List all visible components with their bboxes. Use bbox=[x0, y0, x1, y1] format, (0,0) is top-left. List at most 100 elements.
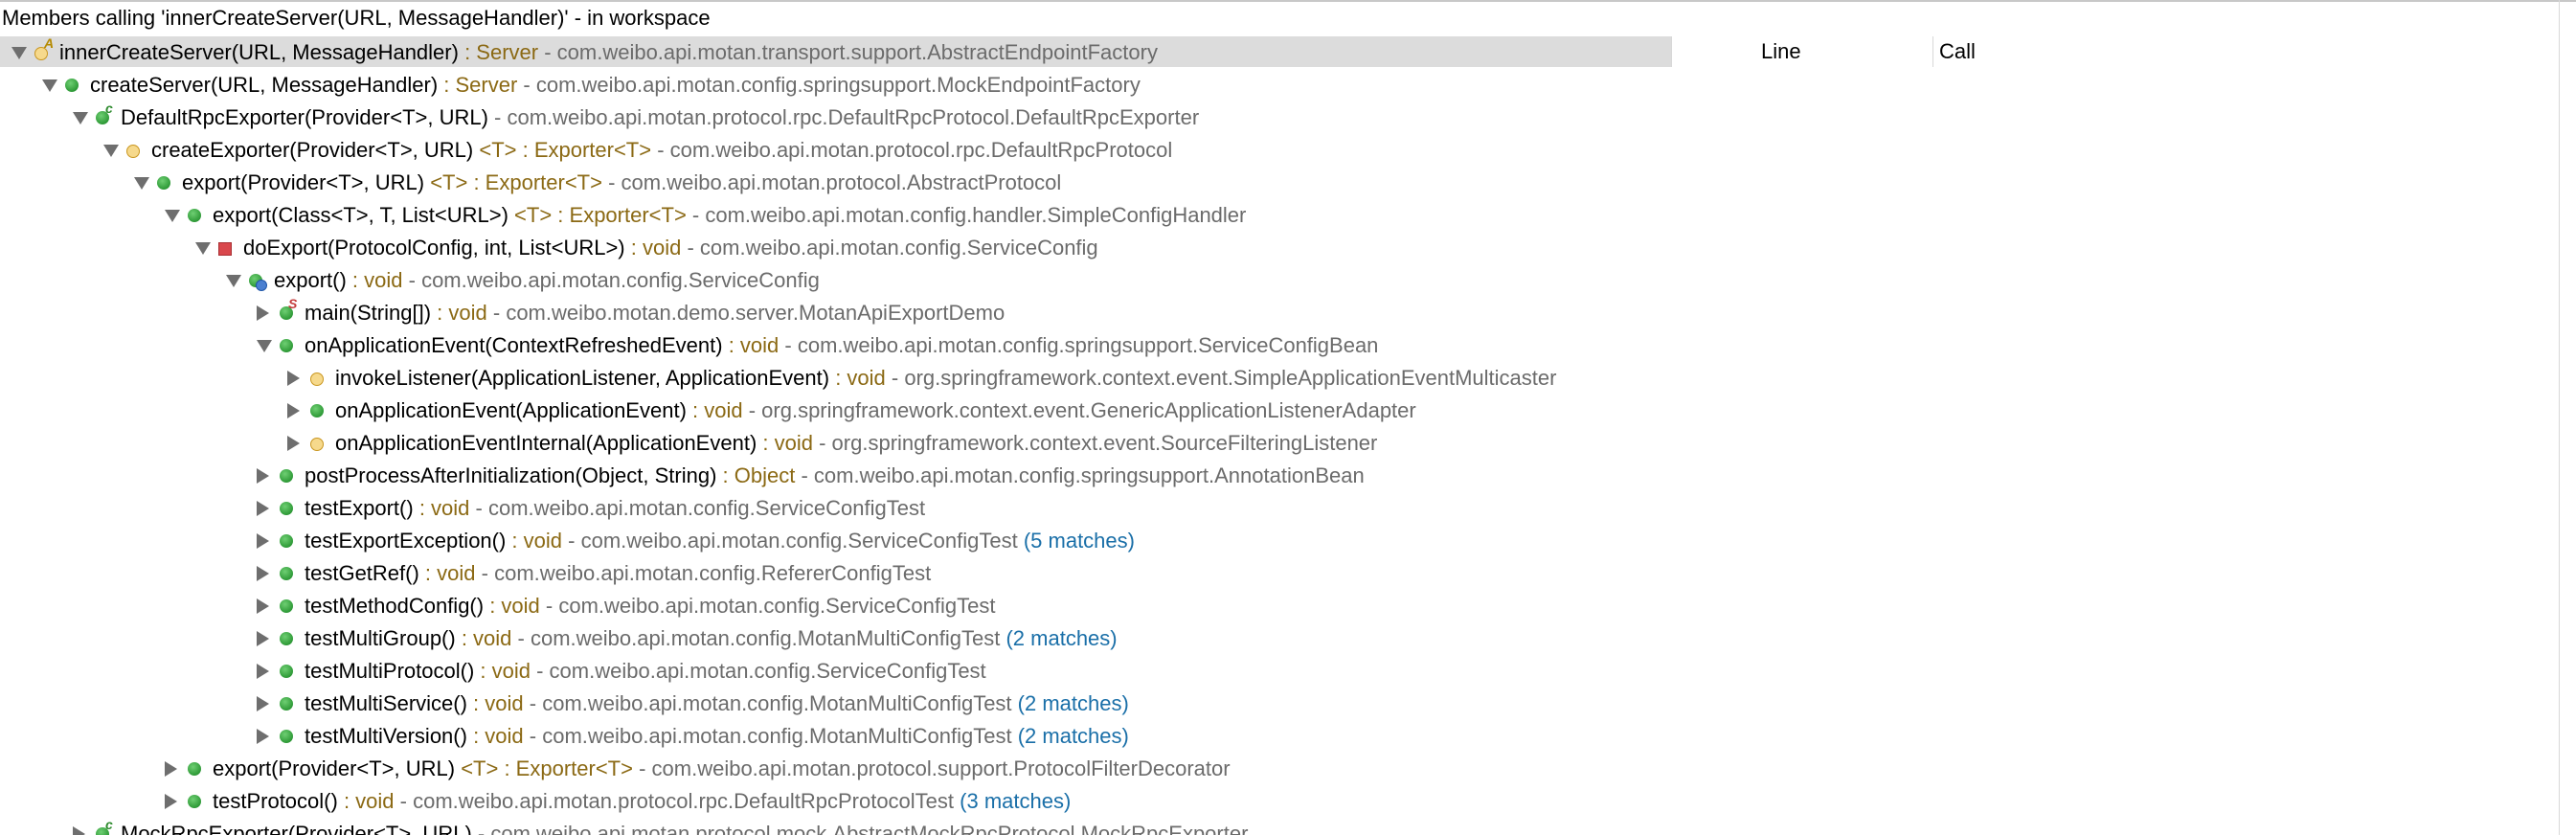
tree-row[interactable]: doExport(ProtocolConfig, int, List<URL>)… bbox=[0, 232, 2576, 264]
collapse-twisty-icon[interactable] bbox=[73, 112, 88, 124]
collapse-twisty-icon[interactable] bbox=[195, 242, 211, 255]
tree-row[interactable]: createExporter(Provider<T>, URL) <T> : E… bbox=[0, 134, 2576, 167]
tree-row-label[interactable]: export(Provider<T>, URL) <T> : Exporter<… bbox=[182, 170, 1061, 195]
tree-row-label[interactable]: export(Class<T>, T, List<URL>) <T> : Exp… bbox=[213, 203, 1246, 228]
expand-twisty-icon[interactable] bbox=[257, 729, 269, 744]
collapse-twisty-icon[interactable] bbox=[42, 79, 57, 92]
declaring-type: org.springframework.context.event.Generi… bbox=[761, 398, 1416, 422]
expand-twisty-icon[interactable] bbox=[73, 826, 85, 835]
tree-row-label[interactable]: invokeListener(ApplicationListener, Appl… bbox=[335, 366, 1556, 391]
tree-row-label[interactable]: export(Provider<T>, URL) <T> : Exporter<… bbox=[213, 756, 1231, 781]
tree-row[interactable]: onApplicationEvent(ContextRefreshedEvent… bbox=[0, 329, 2576, 362]
tree-row[interactable]: testMultiService() : void - com.weibo.ap… bbox=[0, 688, 2576, 720]
view-top-border bbox=[0, 0, 2576, 2]
public-method-icon bbox=[310, 404, 324, 418]
tree-row[interactable]: testExportException() : void - com.weibo… bbox=[0, 525, 2576, 557]
collapse-twisty-icon[interactable] bbox=[134, 177, 149, 190]
return-type: <T> : Exporter<T> bbox=[424, 170, 602, 194]
tree-row[interactable]: export(Provider<T>, URL) <T> : Exporter<… bbox=[0, 167, 2576, 199]
expand-twisty-icon[interactable] bbox=[257, 468, 269, 484]
tree-row-label[interactable]: createExporter(Provider<T>, URL) <T> : E… bbox=[151, 138, 1172, 163]
tree-row[interactable]: export(Class<T>, T, List<URL>) <T> : Exp… bbox=[0, 199, 2576, 232]
tree-row[interactable]: testMultiGroup() : void - com.weibo.api.… bbox=[0, 622, 2576, 655]
tree-row-label[interactable]: testExport() : void - com.weibo.api.mota… bbox=[305, 496, 925, 521]
collapse-twisty-icon[interactable] bbox=[257, 340, 272, 352]
declaring-type: com.weibo.api.motan.config.handler.Simpl… bbox=[705, 203, 1247, 227]
tree-row[interactable]: c DefaultRpcExporter(Provider<T>, URL) - … bbox=[0, 102, 2576, 134]
tree-row[interactable]: export() : void - com.weibo.api.motan.co… bbox=[0, 264, 2576, 297]
expand-twisty-icon[interactable] bbox=[257, 533, 269, 549]
return-type: : Object bbox=[716, 463, 796, 487]
expand-twisty-icon[interactable] bbox=[287, 371, 300, 386]
method-signature: MockRpcExporter(Provider<T>, URL) bbox=[121, 822, 472, 835]
expand-twisty-icon[interactable] bbox=[257, 696, 269, 711]
collapse-twisty-icon[interactable] bbox=[11, 47, 27, 59]
tree-row[interactable]: c MockRpcExporter(Provider<T>, URL) - com… bbox=[0, 818, 2576, 835]
expand-twisty-icon[interactable] bbox=[257, 501, 269, 516]
expand-twisty-icon[interactable] bbox=[165, 761, 177, 777]
tree-row-label[interactable]: doExport(ProtocolConfig, int, List<URL>)… bbox=[243, 236, 1098, 260]
expand-twisty-icon[interactable] bbox=[287, 436, 300, 451]
tree-row[interactable]: onApplicationEventInternal(ApplicationEv… bbox=[0, 427, 2576, 460]
public-method-icon bbox=[188, 762, 201, 776]
tree-row-label[interactable]: testExportException() : void - com.weibo… bbox=[305, 529, 1135, 553]
tree-row-label[interactable]: onApplicationEvent(ContextRefreshedEvent… bbox=[305, 333, 1378, 358]
collapse-twisty-icon[interactable] bbox=[165, 210, 180, 222]
call-tree[interactable]: AinnerCreateServer(URL, MessageHandler) … bbox=[0, 36, 2576, 835]
tree-row-label[interactable]: testProtocol() : void - com.weibo.api.mo… bbox=[213, 789, 1071, 814]
separator: - bbox=[562, 529, 581, 553]
tree-row[interactable]: testGetRef() : void - com.weibo.api.mota… bbox=[0, 557, 2576, 590]
method-signature: DefaultRpcExporter(Provider<T>, URL) bbox=[121, 105, 488, 129]
tree-row[interactable]: testExport() : void - com.weibo.api.mota… bbox=[0, 492, 2576, 525]
method-signature: testGetRef() bbox=[305, 561, 419, 585]
collapse-twisty-icon[interactable] bbox=[226, 275, 241, 287]
declaring-type: com.weibo.api.motan.protocol.support.Pro… bbox=[651, 756, 1231, 780]
tree-row[interactable]: testMultiProtocol() : void - com.weibo.a… bbox=[0, 655, 2576, 688]
tree-row-label[interactable]: onApplicationEventInternal(ApplicationEv… bbox=[335, 431, 1377, 456]
tree-row-label[interactable]: testMultiGroup() : void - com.weibo.api.… bbox=[305, 626, 1118, 651]
tree-row-label[interactable]: testMultiVersion() : void - com.weibo.ap… bbox=[305, 724, 1129, 749]
public-method-icon bbox=[157, 176, 170, 190]
expand-twisty-icon[interactable] bbox=[257, 664, 269, 679]
tree-row-label[interactable]: testMultiProtocol() : void - com.weibo.a… bbox=[305, 659, 986, 684]
expand-twisty-icon[interactable] bbox=[257, 566, 269, 581]
tree-row[interactable]: testMultiVersion() : void - com.weibo.ap… bbox=[0, 720, 2576, 753]
separator: - bbox=[632, 756, 652, 780]
return-type: : void bbox=[466, 724, 524, 748]
expand-twisty-icon[interactable] bbox=[165, 794, 177, 809]
method-signature: export(Provider<T>, URL) bbox=[182, 170, 425, 194]
expand-twisty-icon[interactable] bbox=[287, 403, 300, 418]
method-signature: testExportException() bbox=[305, 529, 507, 553]
return-type: : Server bbox=[458, 40, 539, 64]
expand-twisty-icon[interactable] bbox=[257, 598, 269, 614]
separator: - bbox=[523, 724, 543, 748]
expand-twisty-icon[interactable] bbox=[257, 631, 269, 646]
tree-row-label[interactable]: innerCreateServer(URL, MessageHandler) :… bbox=[59, 40, 1158, 65]
tree-row[interactable]: AinnerCreateServer(URL, MessageHandler) … bbox=[0, 36, 2576, 69]
tree-row[interactable]: createServer(URL, MessageHandler) : Serv… bbox=[0, 69, 2576, 102]
tree-row-label[interactable]: testGetRef() : void - com.weibo.api.mota… bbox=[305, 561, 931, 586]
tree-row-label[interactable]: MockRpcExporter(Provider<T>, URL) - com.… bbox=[121, 822, 1248, 835]
tree-row[interactable]: export(Provider<T>, URL) <T> : Exporter<… bbox=[0, 753, 2576, 785]
tree-row[interactable]: onApplicationEvent(ApplicationEvent) : v… bbox=[0, 395, 2576, 427]
tree-row-label[interactable]: main(String[]) : void - com.weibo.motan.… bbox=[305, 301, 1005, 326]
match-count: (2 matches) bbox=[1017, 724, 1129, 748]
return-type: : void bbox=[466, 691, 524, 715]
tree-row[interactable]: testProtocol() : void - com.weibo.api.mo… bbox=[0, 785, 2576, 818]
collapse-twisty-icon[interactable] bbox=[103, 145, 119, 157]
tree-row-label[interactable]: testMethodConfig() : void - com.weibo.ap… bbox=[305, 594, 995, 619]
tree-row-label[interactable]: export() : void - com.weibo.api.motan.co… bbox=[274, 268, 820, 293]
expand-twisty-icon[interactable] bbox=[257, 305, 269, 321]
tree-row-label[interactable]: DefaultRpcExporter(Provider<T>, URL) - c… bbox=[121, 105, 1199, 130]
tree-row-label[interactable]: postProcessAfterInitialization(Object, S… bbox=[305, 463, 1365, 488]
separator: - bbox=[686, 203, 706, 227]
tree-row-label[interactable]: onApplicationEvent(ApplicationEvent) : v… bbox=[335, 398, 1416, 423]
tree-row-label[interactable]: testMultiService() : void - com.weibo.ap… bbox=[305, 691, 1129, 716]
tree-row-label[interactable]: createServer(URL, MessageHandler) : Serv… bbox=[90, 73, 1141, 98]
tree-row[interactable]: testMethodConfig() : void - com.weibo.ap… bbox=[0, 590, 2576, 622]
tree-row[interactable]: Smain(String[]) : void - com.weibo.motan… bbox=[0, 297, 2576, 329]
tree-row[interactable]: postProcessAfterInitialization(Object, S… bbox=[0, 460, 2576, 492]
declaring-type: com.weibo.api.motan.protocol.rpc.Default… bbox=[413, 789, 955, 813]
tree-row[interactable]: invokeListener(ApplicationListener, Appl… bbox=[0, 362, 2576, 395]
declaring-type: com.weibo.motan.demo.server.MotanApiExpo… bbox=[506, 301, 1006, 325]
